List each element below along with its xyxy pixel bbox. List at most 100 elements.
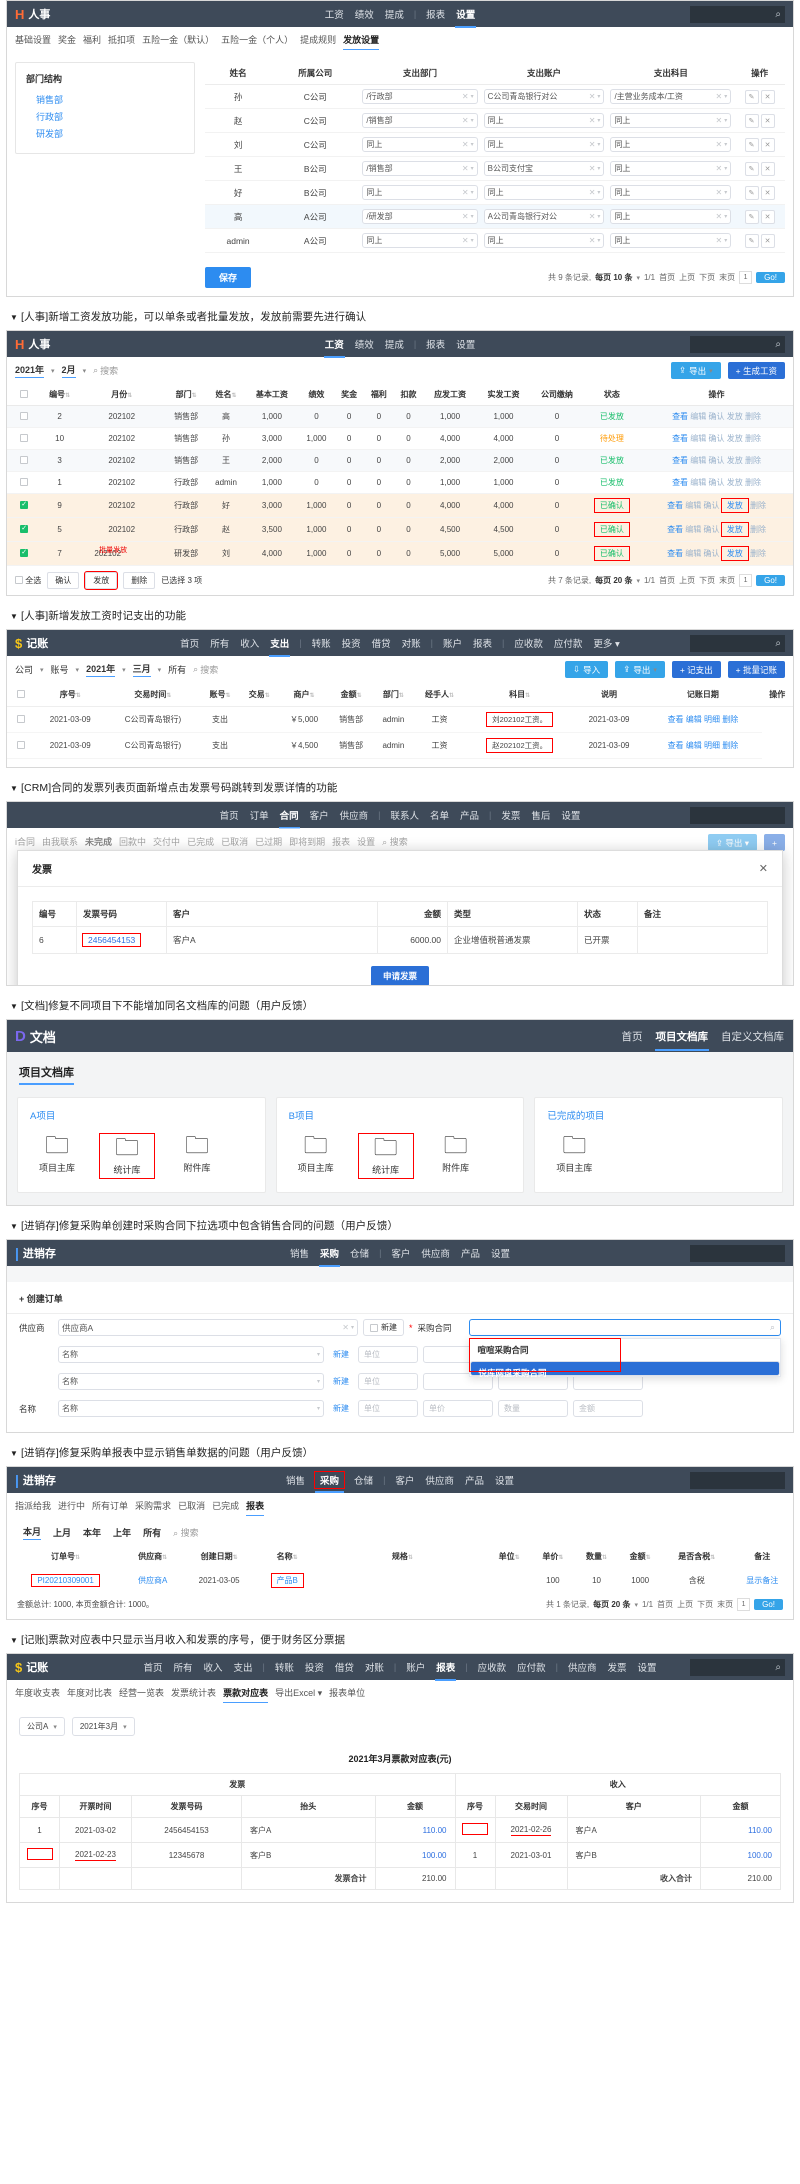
edit-icon[interactable]: ✎ xyxy=(744,89,759,104)
nav-3[interactable]: 客户 xyxy=(309,806,330,824)
cell-checkbox[interactable] xyxy=(7,405,41,428)
nav-gongzi[interactable]: 工资 xyxy=(324,5,345,23)
nav-2[interactable]: 收入 xyxy=(202,1658,223,1676)
nav-10[interactable]: 设置 xyxy=(560,806,581,824)
subnav-jiangjin[interactable]: 奖金 xyxy=(58,33,76,48)
issue-button[interactable]: 发放 xyxy=(84,571,119,590)
clear-icon[interactable]: ✕ xyxy=(716,236,723,245)
th-0[interactable]: 编号⇅ xyxy=(41,384,79,406)
pager-prev[interactable]: 上页 xyxy=(677,1599,693,1610)
subnav-1[interactable]: 由我联系 xyxy=(42,835,78,850)
filter-year[interactable]: 2021年 xyxy=(86,662,116,677)
product-name-select[interactable]: 名称 ▾ xyxy=(58,1400,324,1417)
cell-subject-select[interactable]: 同上 ✕ ▾ xyxy=(610,233,732,248)
op-edit[interactable]: 编辑 xyxy=(685,525,701,534)
op-3[interactable]: 删除 xyxy=(722,741,738,750)
nav-7[interactable]: 对账 xyxy=(364,1658,385,1676)
nav-0[interactable]: 首页 xyxy=(142,1658,163,1676)
op-edit[interactable]: 编辑 xyxy=(690,478,706,487)
op-view[interactable]: 查看 xyxy=(672,478,688,487)
th-0[interactable]: 序号⇅ xyxy=(35,683,106,707)
op-1[interactable]: 编辑 xyxy=(686,741,702,750)
delete-icon[interactable]: ✕ xyxy=(760,185,775,200)
search-input[interactable]: ⌕ xyxy=(690,335,785,353)
subnav-4[interactable]: 已取消 xyxy=(178,1499,205,1514)
nav-6[interactable]: 名单 xyxy=(429,806,450,824)
invoice-number-link[interactable]: 2456454153 xyxy=(81,933,142,947)
cell-dept-select[interactable]: 同上 ✕ ▾ xyxy=(362,233,478,248)
project-name[interactable]: B项目 xyxy=(289,1108,512,1122)
cell-dept-select[interactable]: /销售部 ✕ ▾ xyxy=(362,113,478,128)
filter-1[interactable]: 2021年3月 ▾ xyxy=(71,1717,135,1736)
nav-4[interactable]: 供应商 xyxy=(420,1244,451,1262)
nav-2[interactable]: 仓储 xyxy=(353,1471,374,1489)
cell-dept-select[interactable]: /销售部 ✕ ▾ xyxy=(362,161,478,176)
cell-checkbox[interactable] xyxy=(7,471,41,494)
supplier-select[interactable]: 供应商A ✕ ▾ xyxy=(58,1319,358,1336)
clear-icon[interactable]: ✕ xyxy=(716,92,723,101)
cell-account-select[interactable]: B公司支付宝 ✕ ▾ xyxy=(483,161,605,176)
th-5[interactable]: 单位⇅ xyxy=(487,1545,531,1568)
op-0[interactable]: 查看 xyxy=(668,741,684,750)
th-8[interactable]: 金额⇅ xyxy=(618,1545,662,1568)
project-name[interactable]: 已完成的项目 xyxy=(547,1108,770,1122)
cell-dept-select[interactable]: 同上 ✕ ▾ xyxy=(362,185,478,200)
delete-icon[interactable]: ✕ xyxy=(760,161,775,176)
nav-1[interactable]: 订单 xyxy=(249,806,270,824)
cell-account-select[interactable]: 同上 ✕ ▾ xyxy=(483,233,605,248)
nav-3[interactable]: 支出 xyxy=(269,634,291,657)
nav-8[interactable]: 账户 xyxy=(405,1658,426,1676)
nav-0[interactable]: 首页 xyxy=(219,806,240,824)
folder-item[interactable]: 🗀 附件库 xyxy=(170,1134,224,1178)
op-delete[interactable]: 删除 xyxy=(745,456,761,465)
save-button[interactable]: 保存 xyxy=(205,267,252,288)
nav-1[interactable]: 所有 xyxy=(209,634,230,652)
th-3[interactable]: 交易⇅ xyxy=(239,683,279,707)
op-delete[interactable]: 删除 xyxy=(750,501,766,510)
delete-icon[interactable]: ✕ xyxy=(760,89,775,104)
nav-jixiao[interactable]: 绩效 xyxy=(354,335,375,353)
subnav-jichushezhi[interactable]: 基础设置 xyxy=(15,33,51,48)
subnav-1[interactable]: 年度对比表 xyxy=(67,1686,112,1701)
apply-invoice-button[interactable]: 申请发票 xyxy=(370,966,429,985)
cell-dept-select[interactable]: 同上 ✕ ▾ xyxy=(362,137,478,152)
checkbox-icon[interactable] xyxy=(17,741,25,749)
subnav-6[interactable]: 报表单位 xyxy=(329,1686,365,1701)
th-2[interactable]: 创建日期⇅ xyxy=(181,1545,257,1568)
th-6[interactable]: 单价⇅ xyxy=(531,1545,575,1568)
clear-icon[interactable]: ✕ xyxy=(462,164,469,173)
search-link[interactable]: ⌕ 搜索 xyxy=(173,1526,199,1539)
subnav-wuxianyijin-default[interactable]: 五险一金（默认） xyxy=(142,33,214,48)
search-input[interactable]: ⌕ xyxy=(690,1658,785,1676)
subnav-3[interactable]: 回款中 xyxy=(119,835,146,850)
cell-checkbox[interactable] xyxy=(7,427,41,450)
search-input[interactable] xyxy=(690,1244,785,1262)
subnav-3[interactable]: 发票统计表 xyxy=(171,1686,216,1701)
nav-6[interactable]: 设置 xyxy=(494,1471,515,1489)
checkbox-icon[interactable] xyxy=(20,434,28,442)
cell-account-select[interactable]: C公司青岛银行对公 ✕ ▾ xyxy=(483,89,605,104)
supplier-new-button[interactable]: 新建 xyxy=(363,1319,404,1336)
pager-first[interactable]: 首页 xyxy=(659,575,675,586)
checkbox-icon[interactable] xyxy=(20,412,28,420)
nav-9[interactable]: 售后 xyxy=(530,806,551,824)
th-1[interactable]: 月份⇅ xyxy=(78,384,166,406)
cell-checkbox[interactable] xyxy=(7,706,35,733)
cell-r-amount[interactable]: 110.00 xyxy=(700,1817,781,1843)
search-input[interactable]: ⌕ xyxy=(690,5,785,23)
filter-year[interactable]: 2021年 xyxy=(15,363,45,378)
nav-4[interactable]: 供应商 xyxy=(339,806,370,824)
nav-ticheng[interactable]: 提成 xyxy=(384,5,405,23)
folder-item[interactable]: 🗀 项目主库 xyxy=(30,1134,84,1178)
purchase-contract-input[interactable]: ⌕ xyxy=(468,1319,781,1336)
cell-account-select[interactable]: 同上 ✕ ▾ xyxy=(483,137,605,152)
cell-subject-select[interactable]: /主营业务成本/工资 ✕ ▾ xyxy=(610,89,732,104)
nav-0[interactable]: 销售 xyxy=(289,1244,310,1262)
subnav-11[interactable]: ⌕ 搜索 xyxy=(382,835,408,850)
cell-subject-select[interactable]: 同上 ✕ ▾ xyxy=(610,209,732,224)
generate-salary-button[interactable]: + 生成工资 xyxy=(727,362,785,379)
pager-input[interactable]: 1 xyxy=(739,271,753,284)
cell-checkbox[interactable] xyxy=(7,732,35,759)
th-2[interactable]: 部门⇅ xyxy=(165,384,207,406)
subnav-tichengguize[interactable]: 提成规则 xyxy=(300,33,336,48)
